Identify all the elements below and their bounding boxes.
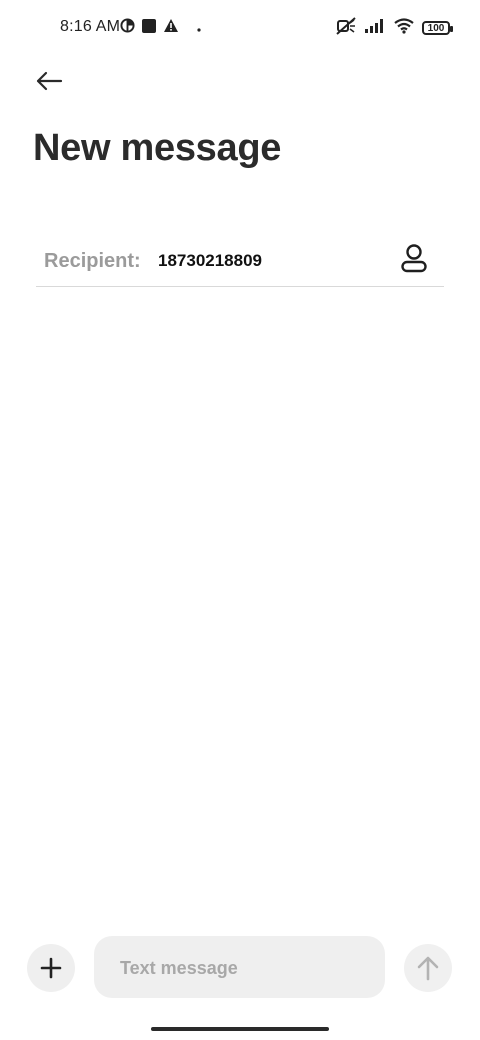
signal-icon	[364, 18, 386, 39]
contact-picker-button[interactable]	[396, 240, 432, 276]
status-time: 8:16 AM	[60, 18, 121, 35]
square-icon	[141, 18, 157, 39]
back-button[interactable]	[30, 62, 68, 100]
warning-icon	[163, 18, 179, 38]
arrow-up-icon	[417, 956, 439, 981]
data-saver-icon	[120, 18, 135, 38]
dot-icon	[197, 19, 201, 37]
status-right-icons: 100	[336, 16, 453, 40]
status-bar: 8:16 AM 100	[0, 0, 480, 56]
message-input[interactable]	[120, 956, 360, 980]
home-indicator[interactable]	[151, 1027, 329, 1031]
person-icon	[401, 244, 427, 273]
message-field[interactable]	[94, 936, 385, 998]
battery-level: 100	[427, 22, 445, 34]
battery-icon: 100	[422, 21, 453, 35]
wifi-icon	[394, 17, 414, 39]
recipient-input[interactable]	[158, 251, 378, 271]
back-arrow-icon	[36, 71, 63, 91]
status-left-icons	[120, 18, 201, 38]
recipient-row: Recipient:	[36, 234, 444, 287]
send-button[interactable]	[404, 944, 452, 992]
page-title: New message	[33, 127, 282, 169]
plus-icon	[40, 957, 62, 979]
mute-icon	[336, 16, 356, 40]
add-attachment-button[interactable]	[27, 944, 75, 992]
recipient-label: Recipient:	[44, 250, 141, 272]
